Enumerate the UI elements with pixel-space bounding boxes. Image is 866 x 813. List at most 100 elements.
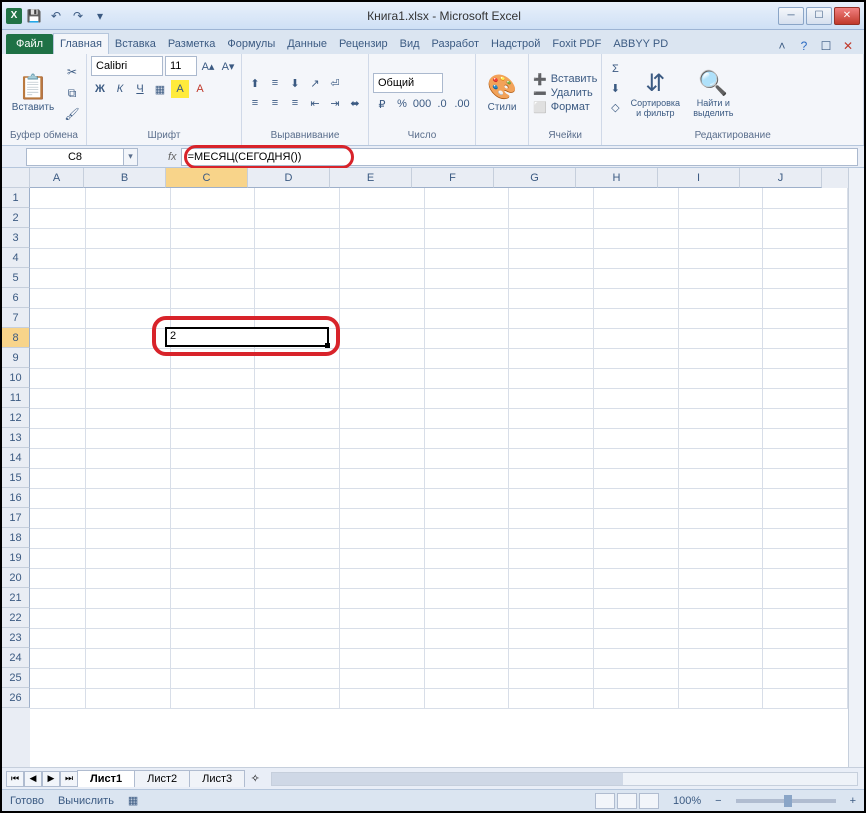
wrap-text-icon[interactable]: ⏎ xyxy=(326,74,344,92)
row-header-5[interactable]: 5 xyxy=(2,268,30,288)
tab-data[interactable]: Данные xyxy=(281,34,333,54)
row-header-14[interactable]: 14 xyxy=(2,448,30,468)
find-select-button[interactable]: 🔍 Найти и выделить xyxy=(686,60,740,126)
number-format-input[interactable] xyxy=(373,73,443,93)
select-all-corner[interactable] xyxy=(2,168,30,188)
column-header-J[interactable]: J xyxy=(740,168,822,188)
row-header-8[interactable]: 8 xyxy=(2,328,30,348)
new-sheet-icon[interactable]: ✧ xyxy=(245,772,265,785)
format-painter-icon[interactable]: 🖌 xyxy=(62,104,82,124)
save-icon[interactable]: 💾 xyxy=(24,6,44,26)
formula-bar[interactable]: =МЕСЯЦ(СЕГОДНЯ()) xyxy=(181,148,858,166)
clear-icon[interactable]: ◇ xyxy=(606,98,624,116)
zoom-slider[interactable] xyxy=(736,799,836,803)
cells-container[interactable]: 2 xyxy=(30,188,848,767)
row-header-9[interactable]: 9 xyxy=(2,348,30,368)
tab-layout[interactable]: Разметка xyxy=(162,34,222,54)
column-header-D[interactable]: D xyxy=(248,168,330,188)
macro-record-icon[interactable]: ▦ xyxy=(128,794,138,807)
column-header-B[interactable]: B xyxy=(84,168,166,188)
row-header-18[interactable]: 18 xyxy=(2,528,30,548)
row-header-16[interactable]: 16 xyxy=(2,488,30,508)
align-middle-icon[interactable]: ≡ xyxy=(266,74,284,92)
column-header-I[interactable]: I xyxy=(658,168,740,188)
sheet-nav-prev-icon[interactable]: ◀ xyxy=(24,771,42,787)
column-header-E[interactable]: E xyxy=(330,168,412,188)
sheet-tab-2[interactable]: Лист2 xyxy=(134,770,190,787)
percent-icon[interactable]: % xyxy=(393,95,411,113)
row-header-7[interactable]: 7 xyxy=(2,308,30,328)
column-header-C[interactable]: C xyxy=(166,168,248,188)
page-layout-view-icon[interactable] xyxy=(617,793,637,809)
zoom-in-icon[interactable]: + xyxy=(850,795,856,807)
decrease-decimal-icon[interactable]: .00 xyxy=(453,95,471,113)
row-header-25[interactable]: 25 xyxy=(2,668,30,688)
minimize-ribbon-icon[interactable]: ˄ xyxy=(774,38,790,54)
row-header-19[interactable]: 19 xyxy=(2,548,30,568)
help-icon[interactable]: ? xyxy=(796,38,812,54)
align-left-icon[interactable]: ≡ xyxy=(246,94,264,112)
tab-insert[interactable]: Вставка xyxy=(109,34,162,54)
qat-dropdown-icon[interactable]: ▾ xyxy=(90,6,110,26)
fill-icon[interactable]: ⬇ xyxy=(606,79,624,97)
comma-icon[interactable]: 000 xyxy=(413,95,431,113)
horizontal-scrollbar[interactable] xyxy=(271,772,858,786)
tab-review[interactable]: Рецензир xyxy=(333,34,394,54)
normal-view-icon[interactable] xyxy=(595,793,615,809)
fill-color-icon[interactable]: A xyxy=(171,80,189,98)
column-header-H[interactable]: H xyxy=(576,168,658,188)
name-box[interactable]: C8 xyxy=(26,148,124,166)
increase-decimal-icon[interactable]: .0 xyxy=(433,95,451,113)
align-top-icon[interactable]: ⬆ xyxy=(246,74,264,92)
sheet-nav-next-icon[interactable]: ▶ xyxy=(42,771,60,787)
name-box-dropdown-icon[interactable]: ▾ xyxy=(124,148,138,166)
inner-close-icon[interactable]: ✕ xyxy=(840,38,856,54)
sheet-nav-first-icon[interactable]: ⏮ xyxy=(6,771,24,787)
tab-foxit[interactable]: Foxit PDF xyxy=(546,34,607,54)
row-header-23[interactable]: 23 xyxy=(2,628,30,648)
tab-abbyy[interactable]: ABBYY PD xyxy=(607,34,674,54)
tab-home[interactable]: Главная xyxy=(53,33,109,54)
row-header-4[interactable]: 4 xyxy=(2,248,30,268)
cut-icon[interactable]: ✂ xyxy=(62,62,82,82)
sheet-tab-3[interactable]: Лист3 xyxy=(189,770,245,787)
align-bottom-icon[interactable]: ⬇ xyxy=(286,74,304,92)
font-name-input[interactable] xyxy=(91,56,163,76)
row-header-26[interactable]: 26 xyxy=(2,688,30,708)
delete-cells-button[interactable]: ➖Удалить xyxy=(533,87,597,100)
styles-button[interactable]: 🎨 Стили xyxy=(480,60,524,126)
undo-icon[interactable]: ↶ xyxy=(46,6,66,26)
row-header-3[interactable]: 3 xyxy=(2,228,30,248)
tab-addins[interactable]: Надстрой xyxy=(485,34,546,54)
column-header-A[interactable]: A xyxy=(30,168,84,188)
row-header-13[interactable]: 13 xyxy=(2,428,30,448)
row-header-24[interactable]: 24 xyxy=(2,648,30,668)
tab-view[interactable]: Вид xyxy=(394,34,426,54)
italic-button[interactable]: К xyxy=(111,80,129,98)
increase-font-icon[interactable]: A▴ xyxy=(199,57,217,75)
row-header-1[interactable]: 1 xyxy=(2,188,30,208)
column-header-G[interactable]: G xyxy=(494,168,576,188)
merge-icon[interactable]: ⬌ xyxy=(346,94,364,112)
redo-icon[interactable]: ↷ xyxy=(68,6,88,26)
window-options-icon[interactable]: ☐ xyxy=(818,38,834,54)
bold-button[interactable]: Ж xyxy=(91,80,109,98)
paste-button[interactable]: 📋 Вставить xyxy=(6,60,60,126)
close-button[interactable]: ✕ xyxy=(834,7,860,25)
row-header-2[interactable]: 2 xyxy=(2,208,30,228)
row-header-15[interactable]: 15 xyxy=(2,468,30,488)
page-break-view-icon[interactable] xyxy=(639,793,659,809)
font-color-icon[interactable]: A xyxy=(191,80,209,98)
row-header-11[interactable]: 11 xyxy=(2,388,30,408)
decrease-indent-icon[interactable]: ⇤ xyxy=(306,94,324,112)
row-header-17[interactable]: 17 xyxy=(2,508,30,528)
sheet-tab-1[interactable]: Лист1 xyxy=(77,770,135,787)
insert-cells-button[interactable]: ➕Вставить xyxy=(533,73,597,86)
column-header-F[interactable]: F xyxy=(412,168,494,188)
row-header-12[interactable]: 12 xyxy=(2,408,30,428)
tab-formulas[interactable]: Формулы xyxy=(221,34,281,54)
copy-icon[interactable]: ⧉ xyxy=(62,83,82,103)
row-header-6[interactable]: 6 xyxy=(2,288,30,308)
fx-icon[interactable]: fx xyxy=(164,151,181,163)
maximize-button[interactable]: ☐ xyxy=(806,7,832,25)
